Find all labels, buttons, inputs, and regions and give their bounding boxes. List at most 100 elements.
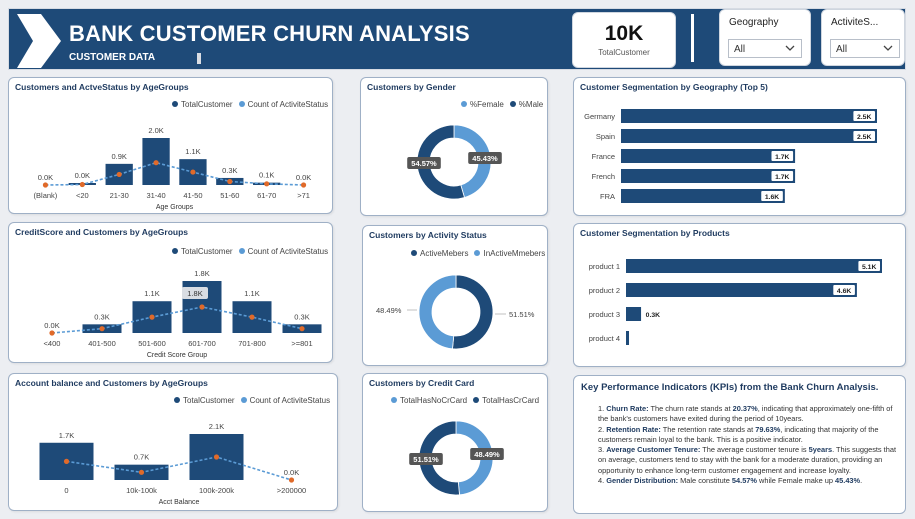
x-tick-label: 41-50 <box>183 191 202 200</box>
chevron-down-icon <box>785 45 795 51</box>
page-subtitle: CUSTOMER DATA <box>69 52 156 63</box>
x-tick-label: 10k-100k <box>126 486 157 495</box>
y-tick-label: FRA <box>600 192 615 201</box>
creditcard-donut: 51.51% 48.49% <box>409 420 504 496</box>
x-tick-label: <20 <box>76 191 89 200</box>
x-tick-label: >=801 <box>291 339 312 348</box>
gender-donut: 54.57% 45.43% <box>407 124 502 200</box>
kpi-num: 3. <box>598 445 605 455</box>
gender-chart-card: Customers by Gender %Female %Male 54.57% 4… <box>360 77 548 216</box>
chevron-down-icon <box>883 45 893 51</box>
activity-slicer-title: ActiviteS... <box>831 17 879 28</box>
data-label: 0.3K <box>294 312 309 321</box>
x-tick-label: 401-500 <box>88 339 116 348</box>
balance-chart-plot: 0 1.7K 10k-100k 0.7K 100k-200k 2.1K >200000 0.0… <box>39 422 306 506</box>
x-tick-label: >200000 <box>277 486 306 495</box>
page-title: BANK CUSTOMER CHURN ANALYSIS <box>69 21 470 46</box>
series-point <box>79 181 85 188</box>
data-label: 1.7K <box>775 154 789 161</box>
kpi-panel-title: Key Performance Indicators (KPIs) from t… <box>581 382 879 393</box>
kpi-text: The retention rate stands at <box>660 424 756 434</box>
chart-bar <box>626 259 882 273</box>
chart-bar <box>626 283 857 297</box>
geography-slicer-title: Geography <box>729 17 779 28</box>
x-tick-label: 701-800 <box>238 339 266 348</box>
geography-dropdown[interactable]: All <box>728 39 802 58</box>
activity-dropdown[interactable]: All <box>830 39 900 58</box>
kpi-num: 2. <box>598 424 605 434</box>
x-tick-label: 21-30 <box>110 191 129 200</box>
chart-bar <box>621 189 785 203</box>
age-chart-plot: (Blank) 0.0K <20 0.0K 21-30 0.9K 31-40 2.0K 41-5… <box>34 126 312 211</box>
data-label: 0.1K <box>259 171 274 180</box>
kpi-value: 79.63% <box>755 424 781 434</box>
series-point <box>288 477 295 483</box>
series-point <box>116 171 122 178</box>
data-label: 1.7K <box>775 174 789 181</box>
series-line <box>66 456 292 481</box>
series-point <box>264 181 270 187</box>
data-label: 0.3K <box>222 166 237 175</box>
series-point <box>63 458 70 464</box>
x-tick-label: 31-40 <box>146 191 165 200</box>
y-tick-label: Germany <box>584 112 615 121</box>
series-point <box>149 314 155 320</box>
kpi-num: 1. <box>598 404 605 413</box>
y-tick-label: Spain <box>596 132 615 141</box>
data-label: 1.1K <box>244 289 259 298</box>
donut-label: 54.57% <box>411 159 437 168</box>
kpi-text: while Female make up <box>757 476 836 486</box>
data-label: 4.6K <box>837 288 851 295</box>
chart-bar <box>626 307 642 321</box>
chart-bar <box>626 331 630 345</box>
activity-donut: 48.49% 51.51% <box>376 274 535 350</box>
total-customer-label: TotalCustomer <box>598 48 650 57</box>
kpi-value: 5years <box>808 445 833 455</box>
donut-label: 48.49% <box>474 450 500 459</box>
donut-label: 48.49% <box>376 306 402 315</box>
kpi-panel: Key Performance Indicators (KPIs) from t… <box>573 375 906 514</box>
y-tick-label: product 2 <box>589 286 620 295</box>
total-customer-value: 10K <box>604 22 644 45</box>
data-label: 1.1K <box>144 289 159 298</box>
kpi-head: Average Customer Tenure: <box>606 445 701 455</box>
kpi-text: The churn rate stands at <box>648 404 733 413</box>
y-tick-label: product 1 <box>589 262 620 271</box>
donut-slice <box>452 274 494 350</box>
chart-bar <box>621 109 877 123</box>
series-point <box>300 182 307 188</box>
x-tick-label: <400 <box>44 339 61 348</box>
donut-slice <box>418 274 457 350</box>
y-tick-label: French <box>592 172 615 181</box>
credit-chart-plot: <400 0.0K 401-500 0.3K 501-600 1.1K 601-700 1.8… <box>44 269 322 359</box>
geography-chart-card: Customer Segmentation by Geography (Top … <box>573 77 906 216</box>
x-axis-title: Age Groups <box>156 204 194 211</box>
y-tick-label: France <box>592 152 615 161</box>
series-point <box>153 160 159 166</box>
series-point <box>190 169 196 175</box>
kpi-list: 1. Churn Rate: The churn rate stands at … <box>586 404 897 486</box>
kpi-item: 4. Gender Distribution: Male constitute … <box>598 476 897 486</box>
x-tick-label: (Blank) <box>34 191 58 200</box>
x-tick-label: >71 <box>297 191 310 200</box>
kpi-text: Male constitute <box>678 476 732 486</box>
series-point <box>227 178 233 185</box>
data-label: 0.0K <box>44 321 59 330</box>
series-point <box>138 469 145 475</box>
kpi-text: The average customer tenure is <box>700 445 809 455</box>
kpi-item: 2. Retention Rate: The retention rate st… <box>598 425 897 446</box>
activity-slicer: ActiviteS... All <box>821 9 905 66</box>
kpi-head: Gender Distribution: <box>606 476 679 486</box>
donut-label: 51.51% <box>413 455 439 464</box>
kpi-value: 54.57% <box>731 476 757 486</box>
kpi-item: 1. Churn Rate: The churn rate stands at … <box>598 404 897 425</box>
data-label: 0.7K <box>134 453 149 462</box>
x-tick-label: 601-700 <box>188 339 216 348</box>
highlight-label: 1.8K <box>187 289 202 298</box>
data-label: 2.5K <box>857 134 871 141</box>
geography-chart-plot: Germany 2.5K Spain 2.5K France 1.7K French 1.7K… <box>584 109 877 203</box>
chart-bar <box>621 129 877 143</box>
data-label: 0.0K <box>296 173 311 182</box>
x-tick-label: 0 <box>64 486 68 495</box>
activity-chart-card: Customers by Activity Status ActiveMeber… <box>362 225 548 366</box>
